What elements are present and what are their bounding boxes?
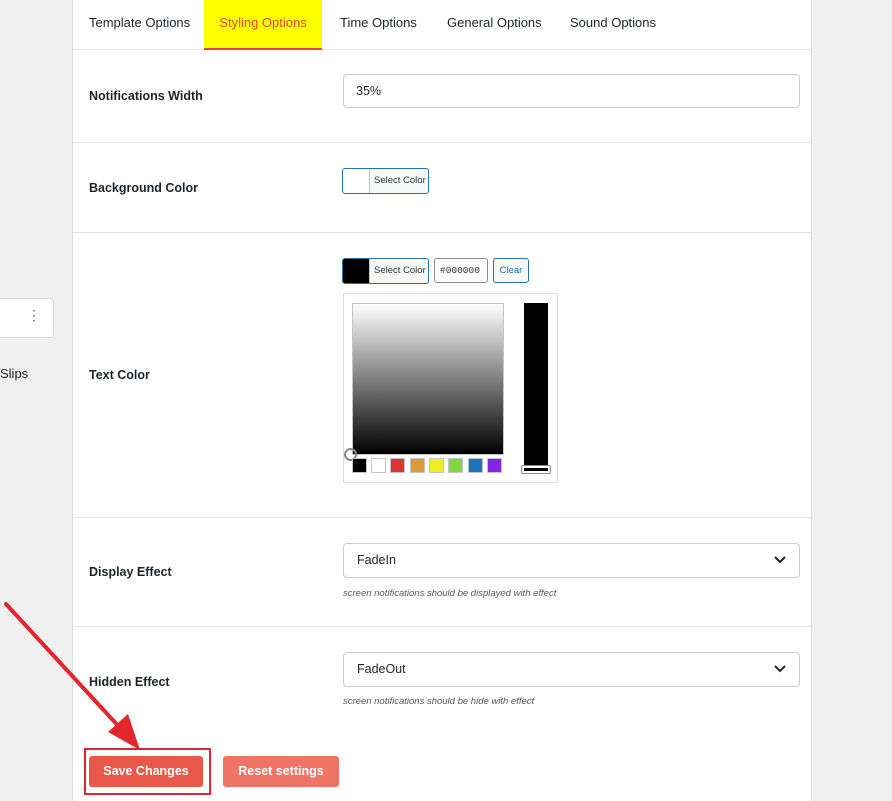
text-color-label: Text Color bbox=[89, 368, 150, 382]
display-effect-hint: screen notifications should be displayed… bbox=[343, 588, 556, 599]
palette-swatch[interactable] bbox=[448, 458, 463, 473]
background-color-swatch bbox=[343, 169, 370, 193]
tab-template-options[interactable]: Template Options bbox=[89, 0, 190, 48]
notifications-width-label: Notifications Width bbox=[89, 89, 203, 103]
saturation-square[interactable] bbox=[352, 303, 504, 455]
row-background-color: Background Color bbox=[73, 143, 811, 233]
settings-panel: Template Options Styling Options Time Op… bbox=[72, 0, 812, 801]
row-hidden-effect: Hidden Effect FadeOut screen notificatio… bbox=[73, 627, 811, 737]
hidden-effect-value: FadeOut bbox=[357, 662, 406, 676]
chevron-down-icon bbox=[773, 552, 787, 566]
sidebar-card[interactable]: ⋮ bbox=[0, 298, 54, 338]
select-color-label: Select Color bbox=[374, 175, 426, 186]
palette-swatch[interactable] bbox=[487, 458, 502, 473]
hue-slider-handle[interactable] bbox=[521, 465, 551, 474]
reset-settings-button[interactable]: Reset settings bbox=[223, 756, 339, 787]
notifications-width-input[interactable] bbox=[343, 74, 800, 108]
hidden-effect-label: Hidden Effect bbox=[89, 675, 170, 689]
text-color-hex-input[interactable] bbox=[434, 258, 488, 283]
palette-swatch[interactable] bbox=[390, 458, 405, 473]
display-effect-value: FadeIn bbox=[357, 553, 396, 567]
select-color-label: Select Color bbox=[374, 265, 426, 276]
tab-time-options[interactable]: Time Options bbox=[340, 0, 417, 48]
hidden-effect-select[interactable]: FadeOut bbox=[343, 652, 800, 687]
row-display-effect: Display Effect FadeIn screen notificatio… bbox=[73, 518, 811, 627]
background-color-label: Background Color bbox=[89, 181, 198, 195]
background-color-select-button[interactable]: Select Color bbox=[342, 168, 429, 194]
text-color-clear-button[interactable]: Clear bbox=[493, 258, 529, 283]
tab-bar: Template Options Styling Options Time Op… bbox=[73, 0, 811, 50]
row-notifications-width: Notifications Width bbox=[73, 49, 811, 143]
display-effect-label: Display Effect bbox=[89, 565, 172, 579]
save-changes-button[interactable]: Save Changes bbox=[89, 756, 203, 787]
palette-swatch[interactable] bbox=[352, 458, 367, 473]
text-color-select-button[interactable]: Select Color bbox=[342, 258, 429, 284]
hue-slider[interactable] bbox=[524, 303, 548, 469]
palette-swatch[interactable] bbox=[468, 458, 483, 473]
more-vertical-icon[interactable]: ⋮ bbox=[27, 308, 41, 322]
tab-styling-options[interactable]: Styling Options bbox=[204, 0, 322, 50]
display-effect-select[interactable]: FadeIn bbox=[343, 543, 800, 578]
color-picker bbox=[343, 293, 558, 483]
tab-sound-options[interactable]: Sound Options bbox=[570, 0, 656, 48]
palette-swatch[interactable] bbox=[410, 458, 425, 473]
palette-swatch[interactable] bbox=[429, 458, 444, 473]
sidebar-label: Slips bbox=[0, 366, 28, 381]
tab-general-options[interactable]: General Options bbox=[447, 0, 542, 48]
palette-swatch[interactable] bbox=[371, 458, 386, 473]
text-color-swatch bbox=[343, 259, 370, 283]
hidden-effect-hint: screen notifications should be hide with… bbox=[343, 696, 534, 707]
chevron-down-icon bbox=[773, 661, 787, 675]
